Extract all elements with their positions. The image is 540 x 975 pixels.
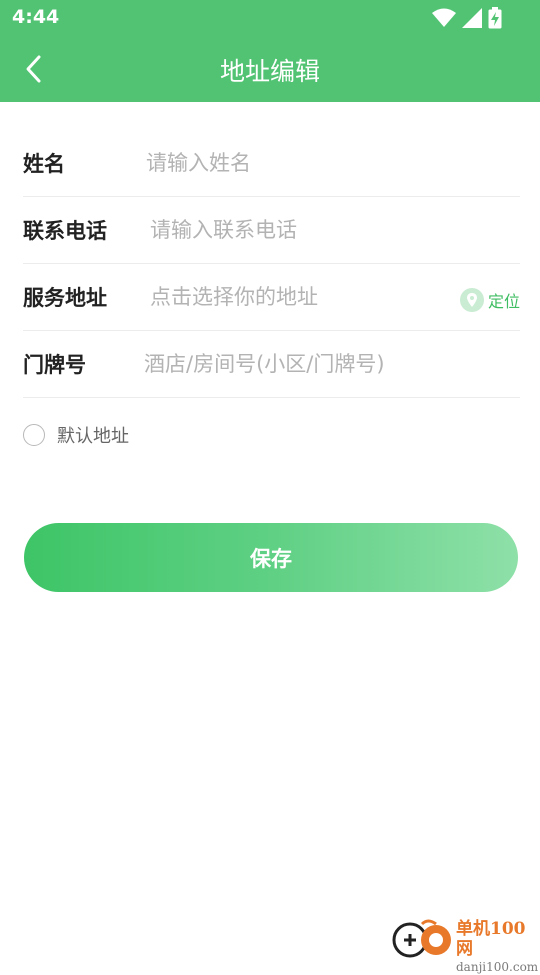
signal-icon bbox=[462, 8, 482, 28]
radio-unchecked-icon[interactable] bbox=[23, 424, 45, 446]
status-time: 4:44 bbox=[12, 6, 60, 28]
name-input[interactable] bbox=[146, 144, 516, 182]
address-row: 服务地址 定位 bbox=[23, 264, 520, 331]
status-icons bbox=[432, 7, 502, 29]
watermark-title: 单机100网 bbox=[456, 919, 526, 959]
address-input[interactable] bbox=[150, 278, 450, 316]
location-pin-icon bbox=[459, 288, 484, 312]
address-label: 服务地址 bbox=[23, 286, 107, 310]
address-form: 姓名 联系电话 服务地址 定位 门牌号 bbox=[23, 130, 520, 398]
watermark-text: 单机100网 danji100.com bbox=[456, 919, 540, 975]
door-label: 门牌号 bbox=[23, 353, 86, 377]
default-address-label: 默认地址 bbox=[57, 426, 129, 447]
watermark: 单机100网 danji100.com bbox=[392, 916, 540, 974]
phone-row: 联系电话 bbox=[23, 197, 520, 264]
phone-label: 联系电话 bbox=[23, 219, 107, 243]
door-row: 门牌号 bbox=[23, 331, 520, 398]
wifi-icon bbox=[432, 8, 456, 27]
locate-label: 定位 bbox=[487, 292, 520, 311]
watermark-url: danji100.com bbox=[456, 960, 539, 974]
phone-input[interactable] bbox=[150, 211, 516, 249]
page-title: 地址编辑 bbox=[219, 57, 320, 86]
door-input[interactable] bbox=[144, 345, 516, 383]
name-label: 姓名 bbox=[23, 152, 65, 176]
app-bar: 地址编辑 bbox=[0, 36, 540, 102]
name-row: 姓名 bbox=[23, 130, 520, 197]
locate-button[interactable]: 定位 bbox=[459, 288, 520, 312]
save-button[interactable]: 保存 bbox=[24, 523, 518, 592]
battery-charging-icon bbox=[488, 7, 502, 29]
watermark-logo-icon bbox=[392, 919, 451, 958]
status-bar: 4:44 bbox=[0, 0, 540, 36]
default-address-toggle[interactable]: 默认地址 bbox=[23, 422, 129, 448]
